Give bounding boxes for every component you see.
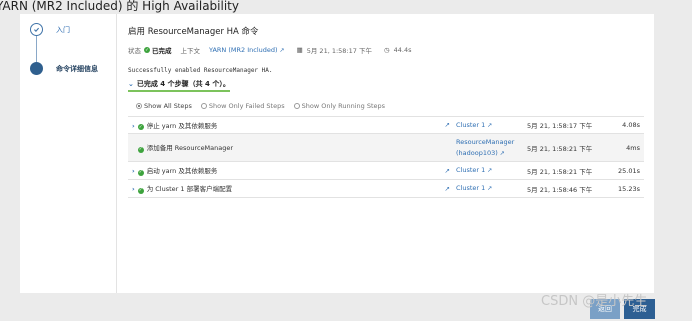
- steps-table: › ✓ 停止 yarn 及其依赖服务 ↗ Cluster 1 ↗ 5月 21, 1:5…: [128, 116, 644, 198]
- external-link-icon[interactable]: ↗: [487, 185, 492, 192]
- filter-all-steps[interactable]: Show All Steps: [136, 102, 192, 110]
- step-time: 5月 21, 1:58:21 下午: [523, 161, 597, 180]
- step-command-details-label: 命令详细信息: [56, 64, 98, 73]
- step-target-line1: ResourceManager: [456, 137, 515, 146]
- result-message: Successfully enabled ResourceManager HA.: [128, 67, 273, 74]
- success-icon: ✓: [144, 47, 150, 53]
- chevron-down-icon: ⌄: [128, 80, 134, 88]
- step-duration: 25.01s: [596, 161, 644, 180]
- page-title: YARN (MR2 Included) 的 High Availability: [0, 0, 239, 13]
- step-name: 添加备用 ResourceManager: [146, 144, 234, 153]
- success-icon: ✓: [137, 187, 144, 194]
- filter-failed-steps-label: Show Only Failed Steps: [208, 102, 285, 110]
- step-time: 5月 21, 1:58:21 下午: [523, 133, 597, 162]
- step-duration: 4.08s: [596, 116, 644, 134]
- step-name-cell: › ✓ 为 Cluster 1 部署客户端配置: [128, 179, 436, 198]
- active-step-icon: [30, 62, 43, 75]
- context-link[interactable]: YARN (MR2 Included): [209, 46, 278, 54]
- steps-summary-toggle[interactable]: ⌄ 已完成 4 个步骤（共 4 个）。: [128, 79, 230, 92]
- step-filters: Show All Steps Show Only Failed Steps Sh…: [128, 102, 648, 110]
- step-target-cell: Cluster 1 ↗: [452, 161, 523, 180]
- wizard-panel: 入门 命令详细信息 启用 ResourceManager HA 命令 状态 ✓ …: [20, 14, 654, 293]
- step-time: 5月 21, 1:58:46 下午: [523, 179, 597, 198]
- step-name-cell: › ✓ 启动 yarn 及其依赖服务: [128, 161, 436, 180]
- step-duration: 4ms: [596, 133, 644, 162]
- external-link-icon[interactable]: ↗: [487, 167, 492, 174]
- step-target-link[interactable]: Cluster 1: [456, 120, 485, 131]
- radio-icon[interactable]: [200, 103, 207, 109]
- radio-icon[interactable]: [136, 103, 142, 109]
- watermark: CSDN @是小先生: [541, 294, 648, 309]
- external-link-icon[interactable]: ↗: [436, 116, 452, 134]
- step-duration: 15.23s: [596, 179, 644, 198]
- step-target-cell: Cluster 1 ↗: [452, 116, 523, 134]
- filter-running-steps[interactable]: Show Only Running Steps: [293, 102, 386, 110]
- calendar-icon: ▦: [296, 46, 303, 54]
- wizard-steps: 入门 命令详细信息: [20, 14, 117, 293]
- command-duration: 44.4s: [393, 46, 412, 54]
- external-link-icon[interactable]: ↗: [500, 148, 505, 159]
- chevron-right-icon[interactable]: ›: [132, 185, 135, 193]
- step-target-link[interactable]: ResourceManager (hadoop103) ↗: [456, 137, 514, 159]
- external-link-icon[interactable]: ↗: [280, 47, 285, 54]
- command-details: 启用 ResourceManager HA 命令 状态 ✓ 已完成 上下文 YA…: [128, 25, 648, 198]
- status-value: 已完成: [152, 47, 172, 55]
- step-target-link[interactable]: Cluster 1: [456, 183, 485, 194]
- filter-running-steps-label: Show Only Running Steps: [301, 102, 386, 110]
- steps-summary-text: 已完成 4 个步骤（共 4 个）。: [136, 80, 230, 88]
- external-link-icon[interactable]: ↗: [436, 161, 452, 180]
- table-row[interactable]: ›✓添加备用 ResourceManager ResourceManager (h…: [128, 133, 644, 162]
- success-icon: ✓: [137, 146, 144, 153]
- external-link-icon[interactable]: ↗: [436, 179, 452, 198]
- command-title: 启用 ResourceManager HA 命令: [128, 27, 259, 37]
- step-command-details[interactable]: 命令详细信息: [30, 62, 98, 75]
- empty-cell: [436, 133, 452, 162]
- status-label: 状态: [128, 47, 141, 55]
- chevron-right-icon[interactable]: ›: [132, 122, 135, 130]
- command-meta: 状态 ✓ 已完成 上下文 YARN (MR2 Included) ↗ ▦ 5月 …: [128, 45, 648, 55]
- chevron-right-icon[interactable]: ›: [132, 167, 135, 175]
- success-icon: ✓: [137, 124, 144, 131]
- step-target-link[interactable]: Cluster 1: [456, 165, 485, 176]
- table-row[interactable]: › ✓ 停止 yarn 及其依赖服务 ↗ Cluster 1 ↗ 5月 21, 1:5…: [128, 116, 644, 134]
- step-target-line2: (hadoop103): [456, 148, 498, 157]
- filter-failed-steps[interactable]: Show Only Failed Steps: [200, 102, 285, 110]
- step-name: 启动 yarn 及其依赖服务: [146, 167, 218, 176]
- step-name: 为 Cluster 1 部署客户端配置: [146, 185, 233, 194]
- step-name-cell: ›✓添加备用 ResourceManager: [128, 133, 436, 162]
- table-row[interactable]: › ✓ 启动 yarn 及其依赖服务 ↗ Cluster 1 ↗ 5月 21, 1:5…: [128, 161, 644, 180]
- command-date: 5月 21, 1:58:17 下午: [306, 47, 372, 55]
- check-icon: [30, 23, 43, 36]
- step-intro-label: 入门: [56, 25, 70, 34]
- step-intro[interactable]: 入门: [30, 23, 70, 36]
- clock-icon: ◷: [383, 46, 390, 54]
- step-name-cell: › ✓ 停止 yarn 及其依赖服务: [128, 116, 436, 134]
- radio-icon[interactable]: [293, 103, 300, 109]
- step-time: 5月 21, 1:58:17 下午: [523, 116, 597, 134]
- table-row[interactable]: › ✓ 为 Cluster 1 部署客户端配置 ↗ Cluster 1 ↗ 5月 21…: [128, 179, 644, 198]
- step-name: 停止 yarn 及其依赖服务: [146, 121, 218, 130]
- external-link-icon[interactable]: ↗: [487, 122, 492, 129]
- filter-all-steps-label: Show All Steps: [144, 102, 192, 110]
- context-label: 上下文: [180, 47, 201, 55]
- step-target-cell: ResourceManager (hadoop103) ↗: [452, 133, 523, 162]
- step-target-cell: Cluster 1 ↗: [452, 179, 523, 198]
- success-icon: ✓: [137, 169, 144, 176]
